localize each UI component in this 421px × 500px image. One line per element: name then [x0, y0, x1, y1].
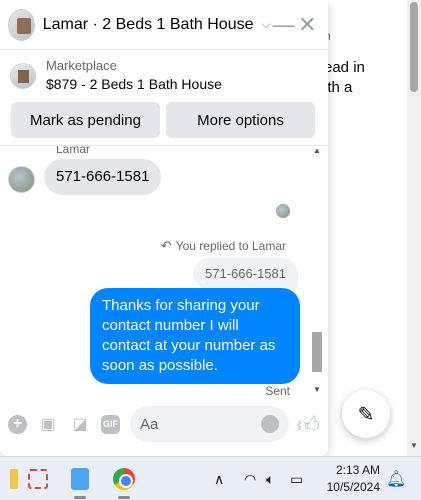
page-scrollbar-thumb[interactable]: [410, 2, 418, 92]
chat-window: Lamar · 2 Beds 1 Bath House ⌵ — ✕ Market…: [0, 0, 328, 456]
marketplace-label: Marketplace: [46, 58, 117, 73]
outgoing-message[interactable]: Thanks for sharing your contact number I…: [90, 288, 300, 384]
volume-icon[interactable]: 🔈︎: [266, 471, 274, 488]
new-message-button[interactable]: ✎: [342, 390, 390, 438]
taskbar-app-chrome[interactable]: [110, 465, 138, 499]
sender-avatar: [8, 166, 35, 193]
gif-icon[interactable]: GIF: [101, 414, 120, 434]
seen-indicator-avatar: [276, 204, 290, 218]
close-button[interactable]: ✕: [297, 12, 318, 38]
taskbar-app-snipping-tool[interactable]: [24, 465, 52, 493]
reply-note-text: You replied to Lamar: [175, 239, 286, 253]
wifi-icon[interactable]: ◠: [244, 471, 256, 488]
quoted-message[interactable]: 571-666-1581: [193, 258, 298, 289]
page-scroll-down-arrow[interactable]: ▼: [410, 441, 418, 450]
chat-scroll-up-arrow[interactable]: ▲: [313, 146, 321, 155]
more-options-button[interactable]: More options: [166, 102, 315, 138]
marketplace-listing[interactable]: Marketplace $879 - 2 Beds 1 Bath House: [0, 50, 328, 102]
background-line-1: n: [322, 26, 406, 46]
chat-header[interactable]: Lamar · 2 Beds 1 Bath House ⌵ — ✕: [0, 0, 328, 50]
background-line-2: ead in: [324, 59, 365, 76]
chevron-up-icon[interactable]: ∧: [214, 471, 224, 488]
chat-title-text: Lamar · 2 Beds 1 Bath House: [42, 15, 254, 33]
clock-date: 10/5/2024: [326, 480, 380, 494]
chevron-down-icon[interactable]: ⌵: [261, 17, 270, 32]
emoji-icon[interactable]: [261, 415, 279, 433]
compose-icon: ✎: [357, 403, 375, 426]
background-line-3: ith a: [324, 79, 353, 96]
message-composer: + ▣ ◪ GIF Aa 👍︎: [0, 400, 328, 448]
photo-icon[interactable]: ▣: [37, 413, 59, 435]
listing-thumbnail: [10, 63, 36, 89]
message-status: Sent: [265, 384, 290, 396]
message-thread: Lamar 571-666-1581 ↶ You replied to Lama…: [0, 146, 328, 396]
taskbar-app-notepad[interactable]: [66, 465, 94, 499]
sender-name: Lamar: [56, 146, 91, 156]
chat-scrollbar-thumb[interactable]: [312, 332, 322, 372]
system-clock[interactable]: 2:13 AM 10/5/2024: [320, 462, 380, 496]
incoming-message[interactable]: 571-666-1581: [44, 159, 162, 195]
listing-title: $879 - 2 Beds 1 Bath House: [46, 76, 222, 92]
listing-actions: Mark as pending More options: [0, 102, 328, 146]
plus-icon[interactable]: +: [8, 414, 27, 434]
page-scrollbar[interactable]: ▼: [407, 0, 421, 456]
mark-as-pending-button[interactable]: Mark as pending: [11, 102, 160, 138]
message-input[interactable]: Aa: [130, 406, 289, 442]
minimize-button[interactable]: —: [273, 12, 295, 38]
message-input-placeholder: Aa: [140, 415, 159, 433]
clock-time: 2:13 AM: [335, 463, 380, 477]
background-snippet: n ead in ith a: [322, 0, 406, 98]
reply-arrow-icon: ↶: [160, 238, 172, 253]
notification-bell-icon[interactable]: 🔔︎: [386, 469, 406, 489]
taskbar: ∧ ◠ 🔈︎ ▭ 2:13 AM 10/5/2024 🔔︎: [0, 456, 421, 500]
chat-title[interactable]: Lamar · 2 Beds 1 Bath House ⌵: [43, 16, 271, 34]
battery-icon[interactable]: ▭: [290, 471, 303, 488]
chat-scroll-down-arrow[interactable]: ▼: [313, 385, 321, 394]
sticker-icon[interactable]: ◪: [69, 413, 91, 435]
reply-note: ↶ You replied to Lamar: [161, 238, 286, 254]
thumbs-up-icon[interactable]: 👍︎: [297, 411, 320, 438]
contact-avatar[interactable]: [8, 8, 35, 41]
chat-scrollbar[interactable]: ▲ ▼: [310, 146, 324, 396]
